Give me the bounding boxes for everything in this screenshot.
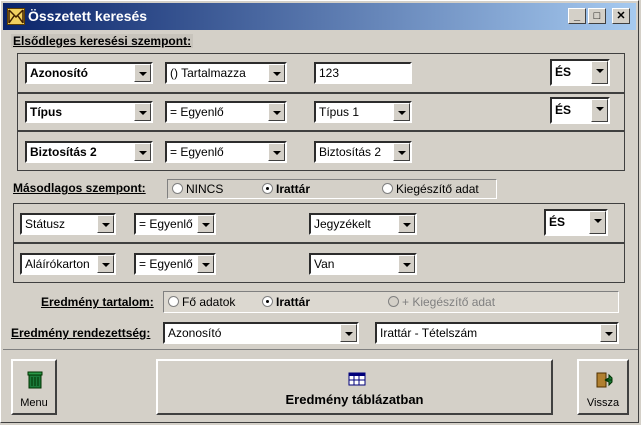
back-button[interactable]: Vissza (577, 359, 629, 415)
result-content-label: Eredmény tartalom: (41, 295, 154, 309)
operator-select[interactable]: = Egyenlő (165, 141, 287, 163)
chevron-down-icon[interactable] (589, 211, 606, 234)
operator-select[interactable]: () Tartalmazza (165, 62, 287, 84)
radio-nincs[interactable]: NINCS (172, 182, 223, 196)
radio-icon (382, 183, 393, 194)
menu-button-label: Menu (20, 397, 48, 409)
primary-row-1: Azonosító () Tartalmazza 123 ÉS (17, 53, 625, 93)
secondary-radio-group: NINCS Irattár Kiegészítő adat (167, 179, 497, 199)
menu-button[interactable]: Menu (11, 359, 57, 415)
search-window: Összetett keresés _ □ ✕ Elsődleges keres… (0, 0, 639, 423)
table-grid-icon (348, 372, 366, 386)
result-content-radio-group: Fő adatok Irattár + Kiegészítő adat (163, 291, 619, 313)
radio-icon (388, 296, 399, 307)
field-select[interactable]: Státusz (20, 213, 116, 235)
operator-select[interactable]: = Egyenlő (134, 253, 216, 275)
close-icon: ✕ (616, 10, 626, 22)
radio-selected-icon (262, 183, 273, 194)
radio-fo-adatok[interactable]: Fő adatok (168, 295, 235, 309)
field-select[interactable]: Biztosítás 2 (25, 141, 153, 163)
result-order-label: Eredmény rendezettség: (11, 326, 151, 340)
trash-bin-icon (27, 371, 43, 389)
logic-select[interactable]: ÉS (550, 97, 610, 124)
minimize-button[interactable]: _ (568, 8, 586, 24)
result-table-button[interactable]: Eredmény táblázatban (156, 359, 553, 415)
result-table-button-label: Eredmény táblázatban (285, 392, 424, 407)
radio-irattar-result[interactable]: Irattár (262, 295, 310, 309)
radio-icon (172, 183, 183, 194)
primary-criteria-label: Elsődleges keresési szempont: (11, 34, 194, 48)
radio-irattar[interactable]: Irattár (262, 182, 310, 196)
title-bar[interactable]: Összetett keresés _ □ ✕ (3, 3, 636, 30)
chevron-down-icon[interactable] (134, 103, 151, 121)
chevron-down-icon[interactable] (268, 143, 285, 161)
value-select[interactable]: Biztosítás 2 (314, 141, 412, 163)
secondary-criteria-label: Másodlagos szempont: (13, 181, 146, 195)
chevron-down-icon[interactable] (398, 215, 415, 233)
secondary-row-2: Aláírókarton = Egyenlő Van (13, 243, 625, 283)
chevron-down-icon[interactable] (268, 103, 285, 121)
window-title: Összetett keresés (28, 8, 148, 24)
order-primary-select[interactable]: Azonosító (163, 322, 359, 344)
order-secondary-select[interactable]: Irattár - Tételszám (375, 322, 619, 344)
field-select[interactable]: Azonosító (25, 62, 153, 84)
primary-row-3: Biztosítás 2 = Egyenlő Biztosítás 2 (17, 131, 625, 171)
logic-select[interactable]: ÉS (550, 59, 610, 86)
radio-icon (168, 296, 179, 307)
chevron-down-icon[interactable] (134, 143, 151, 161)
minimize-icon: _ (573, 10, 581, 22)
back-button-label: Vissza (586, 397, 620, 409)
chevron-down-icon[interactable] (393, 103, 410, 121)
chevron-down-icon[interactable] (197, 215, 214, 233)
radio-kiegeszito-result: + Kiegészítő adat (388, 295, 495, 309)
operator-select[interactable]: = Egyenlő (165, 101, 287, 123)
chevron-down-icon[interactable] (591, 61, 608, 84)
operator-select[interactable]: = Egyenlő (134, 213, 216, 235)
logic-select[interactable]: ÉS (544, 209, 608, 236)
chevron-down-icon[interactable] (97, 255, 114, 273)
chevron-down-icon[interactable] (197, 255, 214, 273)
value-select[interactable]: Van (309, 253, 417, 275)
maximize-button[interactable]: □ (588, 8, 606, 24)
exit-door-icon (596, 372, 613, 388)
envelope-icon (7, 8, 25, 25)
chevron-down-icon[interactable] (97, 215, 114, 233)
radio-selected-icon (262, 296, 273, 307)
field-select[interactable]: Aláírókarton (20, 253, 116, 275)
field-select[interactable]: Típus (25, 101, 153, 123)
radio-kiegeszito[interactable]: Kiegészítő adat (382, 182, 479, 196)
chevron-down-icon[interactable] (134, 64, 151, 82)
value-select[interactable]: Típus 1 (314, 101, 412, 123)
chevron-down-icon[interactable] (600, 324, 617, 342)
primary-row-2: Típus = Egyenlő Típus 1 ÉS (17, 93, 625, 131)
value-input[interactable]: 123 (314, 62, 412, 84)
chevron-down-icon[interactable] (268, 64, 285, 82)
chevron-down-icon[interactable] (398, 255, 415, 273)
close-button[interactable]: ✕ (612, 8, 630, 24)
maximize-icon: □ (593, 10, 601, 22)
value-select[interactable]: Jegyzékelt (309, 213, 417, 235)
chevron-down-icon[interactable] (340, 324, 357, 342)
chevron-down-icon[interactable] (393, 143, 410, 161)
secondary-row-1: Státusz = Egyenlő Jegyzékelt ÉS (13, 203, 625, 243)
chevron-down-icon[interactable] (591, 99, 608, 122)
